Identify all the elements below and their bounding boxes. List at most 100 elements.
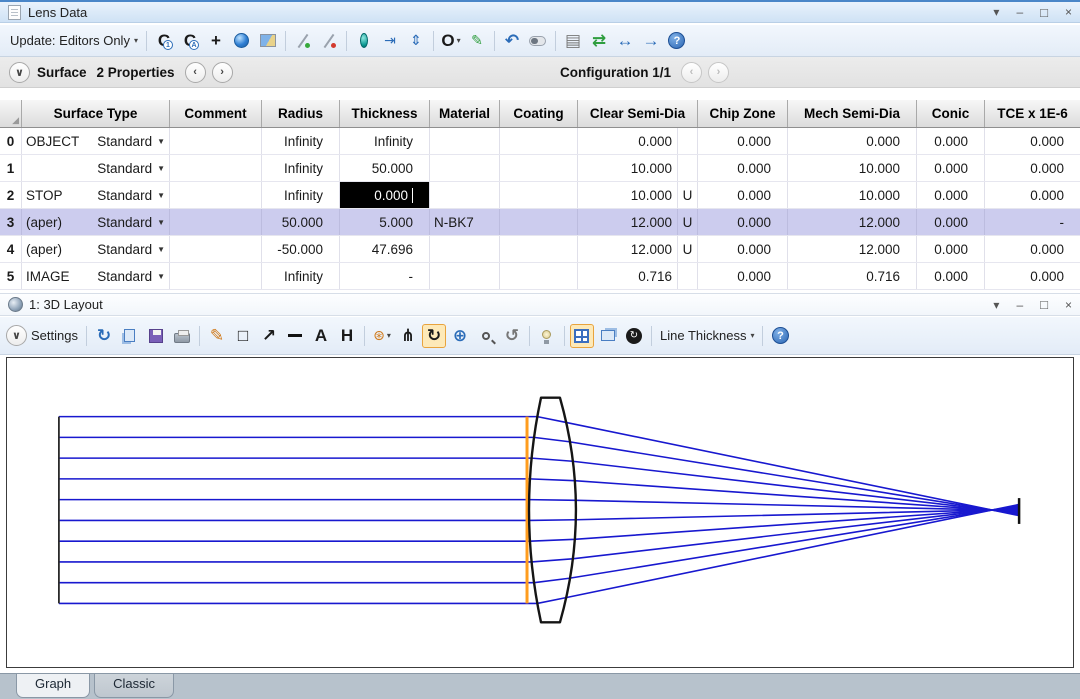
tce-cell[interactable]: 0.000 xyxy=(985,128,1080,154)
flip-element-icon[interactable]: ⇕ xyxy=(404,29,428,53)
split-window-icon[interactable] xyxy=(570,324,594,348)
pan-crosshair-icon[interactable]: + xyxy=(204,29,228,53)
settings-expand-icon[interactable]: ∨ xyxy=(6,325,27,346)
surface-type-cell[interactable]: OBJECT Standard▼ xyxy=(22,128,170,154)
col-thickness[interactable]: Thickness xyxy=(340,100,430,127)
help-icon[interactable]: ? xyxy=(665,29,689,53)
coating-cell[interactable] xyxy=(500,155,578,181)
thickness-cell[interactable]: Infinity xyxy=(340,128,430,154)
surface-type-cell[interactable]: STOP Standard▼ xyxy=(22,182,170,208)
toggle-icon[interactable] xyxy=(526,29,550,53)
tce-cell[interactable]: - xyxy=(985,209,1080,235)
reset-view-icon[interactable]: ↺ xyxy=(500,324,524,348)
thickness-cell-editing[interactable]: 0.000 xyxy=(340,182,430,208)
update-once-icon[interactable]: C1 xyxy=(152,29,176,53)
comment-cell[interactable] xyxy=(170,236,262,262)
comment-cell[interactable] xyxy=(170,182,262,208)
minimize-icon[interactable]: – xyxy=(1016,6,1023,18)
mech-semi-dia-cell[interactable]: 10.000 xyxy=(788,155,917,181)
material-cell[interactable] xyxy=(430,182,500,208)
axis-orientation-icon[interactable]: ⊛▾ xyxy=(370,324,394,348)
conic-cell[interactable]: 0.000 xyxy=(917,209,985,235)
type-dropdown-icon[interactable]: ▼ xyxy=(157,218,165,227)
clear-semi-dia-cell[interactable]: 0.000 xyxy=(578,128,698,154)
flip-h-icon[interactable]: H xyxy=(335,324,359,348)
col-comment[interactable]: Comment xyxy=(170,100,262,127)
surface-type-cell[interactable]: IMAGE Standard▼ xyxy=(22,263,170,289)
radius-cell[interactable]: Infinity xyxy=(262,155,340,181)
col-mech-semi-dia[interactable]: Mech Semi-Dia xyxy=(788,100,917,127)
next-config-button[interactable]: › xyxy=(708,62,729,83)
material-cell[interactable] xyxy=(430,128,500,154)
radius-cell[interactable]: 50.000 xyxy=(262,209,340,235)
conic-cell[interactable]: 0.000 xyxy=(917,128,985,154)
image-icon[interactable] xyxy=(256,29,280,53)
surface-type-cell[interactable]: (aper) Standard▼ xyxy=(22,209,170,235)
surface-props-expand-icon[interactable]: ∨ xyxy=(9,62,30,83)
row-number[interactable]: 2 xyxy=(0,182,22,208)
col-material[interactable]: Material xyxy=(430,100,500,127)
chip-zone-cell[interactable]: 0.000 xyxy=(698,236,788,262)
delete-surface-icon[interactable] xyxy=(317,29,341,53)
line-tool-icon[interactable] xyxy=(283,324,307,348)
comment-cell[interactable] xyxy=(170,263,262,289)
coating-cell[interactable] xyxy=(500,128,578,154)
mech-semi-dia-cell[interactable]: 10.000 xyxy=(788,182,917,208)
type-dropdown-icon[interactable]: ▼ xyxy=(157,164,165,173)
invert-background-icon[interactable]: ↻ xyxy=(622,324,646,348)
aperture-icon[interactable]: O▾ xyxy=(439,29,463,53)
material-cell[interactable] xyxy=(430,263,500,289)
new-window-icon[interactable] xyxy=(596,324,620,348)
coating-cell[interactable] xyxy=(500,209,578,235)
chip-zone-cell[interactable]: 0.000 xyxy=(698,209,788,235)
update-mode-dropdown[interactable]: Update: Editors Only▾ xyxy=(6,33,142,48)
update-auto-icon[interactable]: CA xyxy=(178,29,202,53)
tce-cell[interactable]: 0.000 xyxy=(985,236,1080,262)
material-cell[interactable] xyxy=(430,236,500,262)
maximize-icon[interactable]: □ xyxy=(1040,6,1048,19)
tab-classic[interactable]: Classic xyxy=(94,674,174,698)
material-cell[interactable]: N-BK7 xyxy=(430,209,500,235)
draw-brush-icon[interactable]: ✎ xyxy=(465,29,489,53)
col-surface-type[interactable]: Surface Type xyxy=(22,100,170,127)
row-number[interactable]: 1 xyxy=(0,155,22,181)
comment-cell[interactable] xyxy=(170,155,262,181)
insert-element-icon[interactable] xyxy=(352,29,376,53)
row-number[interactable]: 0 xyxy=(0,128,22,154)
pan-mode-icon[interactable]: ⊕ xyxy=(448,324,472,348)
editor-list-icon[interactable]: ▤ xyxy=(561,29,585,53)
col-clear-semi-dia[interactable]: Clear Semi-Dia xyxy=(578,100,698,127)
fit-width-icon[interactable]: ↔ xyxy=(613,29,637,53)
comment-cell[interactable] xyxy=(170,128,262,154)
line-thickness-dropdown[interactable]: Line Thickness▾ xyxy=(656,328,759,343)
chip-zone-cell[interactable]: 0.000 xyxy=(698,263,788,289)
thickness-cell[interactable]: 47.696 xyxy=(340,236,430,262)
rotate-mode-icon[interactable]: ↻ xyxy=(422,324,446,348)
mech-semi-dia-cell[interactable]: 0.000 xyxy=(788,128,917,154)
col-radius[interactable]: Radius xyxy=(262,100,340,127)
save-icon[interactable] xyxy=(144,324,168,348)
print-icon[interactable] xyxy=(170,324,194,348)
chip-zone-cell[interactable]: 0.000 xyxy=(698,128,788,154)
conic-cell[interactable]: 0.000 xyxy=(917,263,985,289)
radius-cell[interactable]: -50.000 xyxy=(262,236,340,262)
clear-semi-dia-cell[interactable]: 0.716 xyxy=(578,263,698,289)
go-forward-icon[interactable]: → xyxy=(639,29,663,53)
close-icon[interactable]: × xyxy=(1065,299,1072,311)
surface-type-cell[interactable]: Standard▼ xyxy=(22,155,170,181)
tab-graph[interactable]: Graph xyxy=(16,674,90,698)
minimize-icon[interactable]: – xyxy=(1016,299,1023,311)
chip-zone-cell[interactable]: 0.000 xyxy=(698,155,788,181)
radius-cell[interactable]: Infinity xyxy=(262,263,340,289)
conic-cell[interactable]: 0.000 xyxy=(917,236,985,262)
coating-cell[interactable] xyxy=(500,236,578,262)
clear-semi-dia-cell[interactable]: 10.000 xyxy=(578,155,698,181)
lamp-icon[interactable] xyxy=(535,324,559,348)
clear-semi-dia-cell[interactable]: 12.000U xyxy=(578,209,698,235)
tce-cell[interactable]: 0.000 xyxy=(985,182,1080,208)
type-dropdown-icon[interactable]: ▼ xyxy=(157,245,165,254)
col-chip-zone[interactable]: Chip Zone xyxy=(698,100,788,127)
mech-semi-dia-cell[interactable]: 12.000 xyxy=(788,209,917,235)
tce-cell[interactable]: 0.000 xyxy=(985,263,1080,289)
maximize-icon[interactable]: □ xyxy=(1040,298,1048,311)
